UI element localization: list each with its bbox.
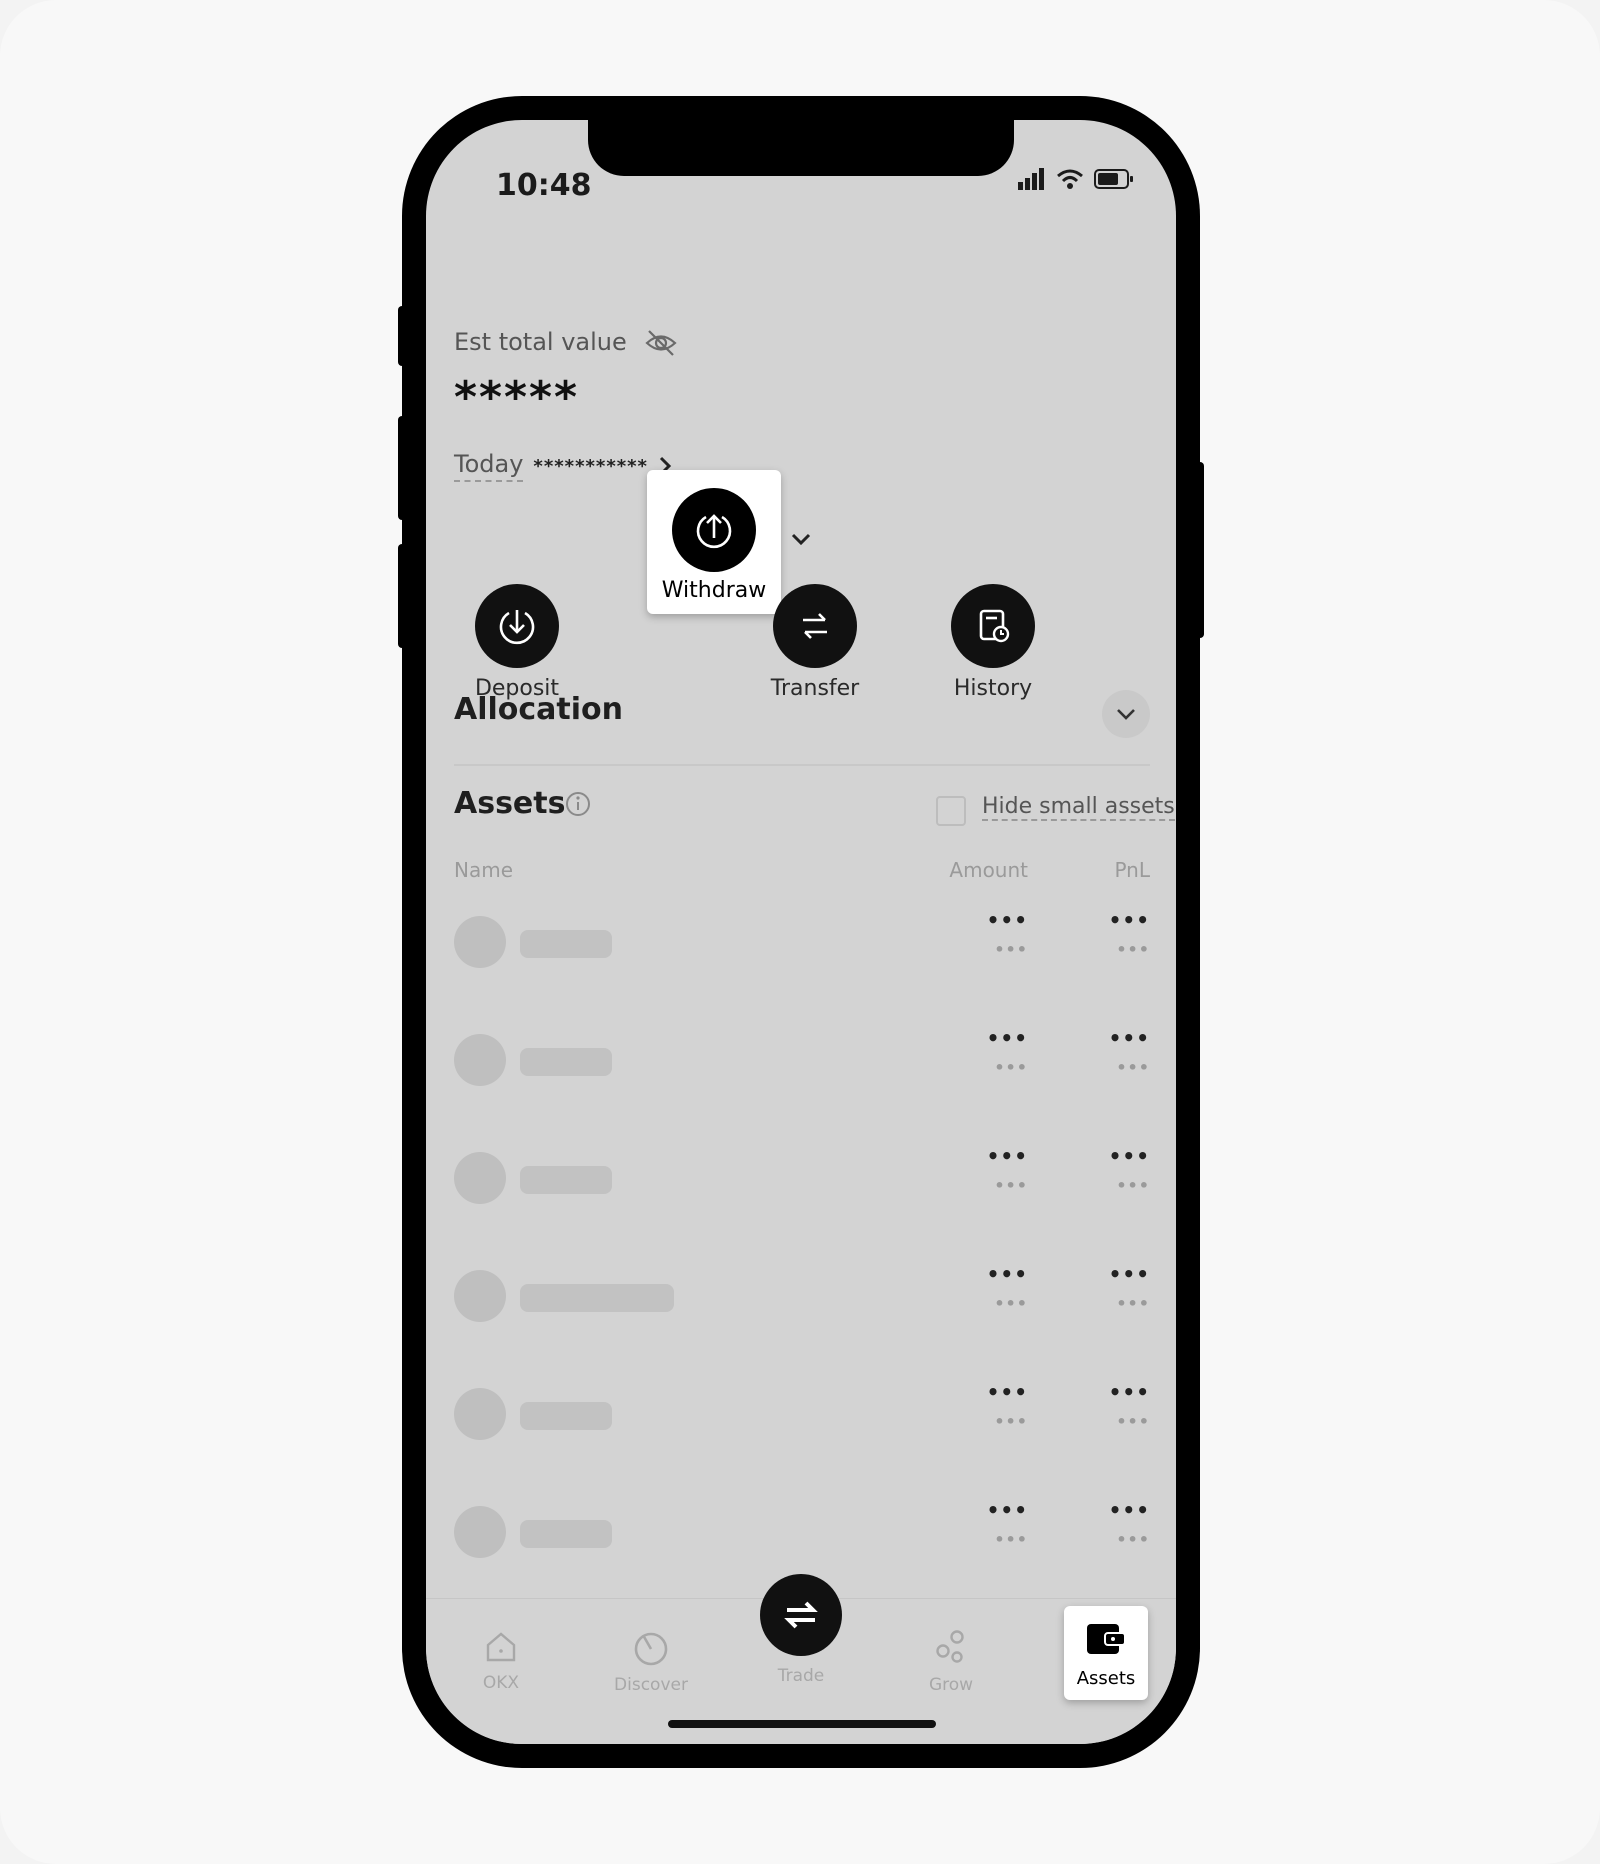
home-icon <box>486 1632 516 1662</box>
hide-small-assets-label[interactable]: Hide small assets <box>982 794 1175 821</box>
divider <box>454 764 1150 766</box>
asset-pnl: ••• <box>1108 1498 1150 1522</box>
column-header-amount: Amount <box>949 858 1028 882</box>
asset-name-placeholder <box>520 1520 612 1548</box>
asset-name-placeholder <box>520 1284 674 1312</box>
tab-label: OKX <box>482 1673 520 1693</box>
allocation-toggle[interactable] <box>1102 690 1150 738</box>
tab-trade[interactable] <box>760 1574 842 1656</box>
asset-amount-sub: ••• <box>994 1294 1028 1313</box>
withdraw-icon <box>672 488 756 572</box>
asset-amount-sub: ••• <box>994 940 1028 959</box>
history-button[interactable]: History <box>928 584 1058 701</box>
tab-discover[interactable]: Discover <box>596 1629 706 1695</box>
notch <box>588 120 1014 176</box>
asset-row[interactable]: ••• ••• ••• ••• <box>426 1254 1176 1372</box>
assets-title: Assets <box>454 786 566 821</box>
eye-off-icon[interactable] <box>644 328 678 358</box>
asset-pnl: ••• <box>1108 1262 1150 1286</box>
asset-pnl-sub: ••• <box>1116 1294 1150 1313</box>
asset-amount: ••• <box>986 1380 1028 1404</box>
side-button <box>398 544 406 648</box>
discover-icon <box>634 1632 668 1666</box>
battery-icon <box>1094 169 1133 189</box>
today-pnl-row[interactable]: Today *********** <box>454 450 672 482</box>
asset-amount: ••• <box>986 908 1028 932</box>
est-total-label: Est total value <box>454 328 627 356</box>
masked-total-value: ***** <box>454 372 580 423</box>
asset-avatar-placeholder <box>454 1034 506 1086</box>
asset-name-placeholder <box>520 1402 612 1430</box>
asset-amount-sub: ••• <box>994 1412 1028 1431</box>
side-button <box>1196 462 1204 638</box>
wifi-icon <box>1057 169 1083 189</box>
asset-pnl: ••• <box>1108 1026 1150 1050</box>
grow-icon <box>936 1630 964 1663</box>
asset-pnl-sub: ••• <box>1116 1058 1150 1077</box>
asset-row[interactable]: ••• ••• ••• ••• <box>426 900 1176 1018</box>
info-icon[interactable] <box>564 790 592 818</box>
asset-pnl-sub: ••• <box>1116 940 1150 959</box>
history-icon <box>951 584 1035 668</box>
tab-label: Grow <box>928 1675 974 1695</box>
asset-pnl: ••• <box>1108 1144 1150 1168</box>
deposit-button[interactable]: Deposit <box>452 584 582 701</box>
asset-amount: ••• <box>986 1262 1028 1286</box>
status-time: 10:48 <box>496 168 592 203</box>
wallet-icon <box>1087 1624 1126 1654</box>
asset-pnl: ••• <box>1108 1380 1150 1404</box>
trade-swap-icon <box>784 1601 818 1629</box>
signal-icon <box>1018 168 1044 190</box>
asset-avatar-placeholder <box>454 1270 506 1322</box>
tab-assets[interactable]: Assets <box>1064 1606 1148 1700</box>
transfer-button[interactable]: Transfer <box>750 584 880 701</box>
asset-avatar-placeholder <box>454 1152 506 1204</box>
asset-row[interactable]: ••• ••• ••• ••• <box>426 1018 1176 1136</box>
home-indicator <box>668 1720 936 1728</box>
asset-amount: ••• <box>986 1026 1028 1050</box>
hide-small-assets-checkbox[interactable] <box>936 796 966 826</box>
asset-pnl: ••• <box>1108 908 1150 932</box>
asset-amount-sub: ••• <box>994 1530 1028 1549</box>
side-button <box>398 306 406 366</box>
history-label: History <box>953 676 1033 701</box>
tab-grow[interactable]: Grow <box>896 1629 1006 1695</box>
tab-label: Assets <box>1076 1668 1136 1689</box>
transfer-icon <box>773 584 857 668</box>
asset-avatar-placeholder <box>454 1388 506 1440</box>
asset-amount-sub: ••• <box>994 1176 1028 1195</box>
asset-name-placeholder <box>520 1166 612 1194</box>
app-screen: 10:48 Est total value ***** Today ******… <box>426 120 1176 1744</box>
side-button <box>398 416 406 520</box>
asset-pnl-sub: ••• <box>1116 1176 1150 1195</box>
asset-amount: ••• <box>986 1144 1028 1168</box>
phone-frame: 10:48 Est total value ***** Today ******… <box>398 96 1204 1768</box>
asset-name-placeholder <box>520 930 612 958</box>
asset-amount-sub: ••• <box>994 1058 1028 1077</box>
asset-name-placeholder <box>520 1048 612 1076</box>
chevron-down-icon[interactable] <box>790 532 812 546</box>
allocation-title: Allocation <box>454 692 624 727</box>
chevron-down-icon <box>1117 709 1135 720</box>
status-icons <box>1016 168 1134 190</box>
asset-pnl-sub: ••• <box>1116 1412 1150 1431</box>
asset-avatar-placeholder <box>454 916 506 968</box>
tab-label: Discover <box>614 1675 688 1695</box>
tab-okx[interactable]: OKX <box>446 1629 556 1693</box>
asset-row[interactable]: ••• ••• ••• ••• <box>426 1372 1176 1490</box>
asset-pnl-sub: ••• <box>1116 1530 1150 1549</box>
today-masked-value: *********** <box>533 455 648 477</box>
column-header-name: Name <box>454 858 514 882</box>
deposit-icon <box>475 584 559 668</box>
tab-label: Trade <box>777 1666 825 1686</box>
asset-amount: ••• <box>986 1498 1028 1522</box>
asset-avatar-placeholder <box>454 1506 506 1558</box>
today-label: Today <box>454 450 524 482</box>
transfer-label: Transfer <box>770 676 860 701</box>
column-header-pnl: PnL <box>1114 858 1150 882</box>
asset-row[interactable]: ••• ••• ••• ••• <box>426 1136 1176 1254</box>
